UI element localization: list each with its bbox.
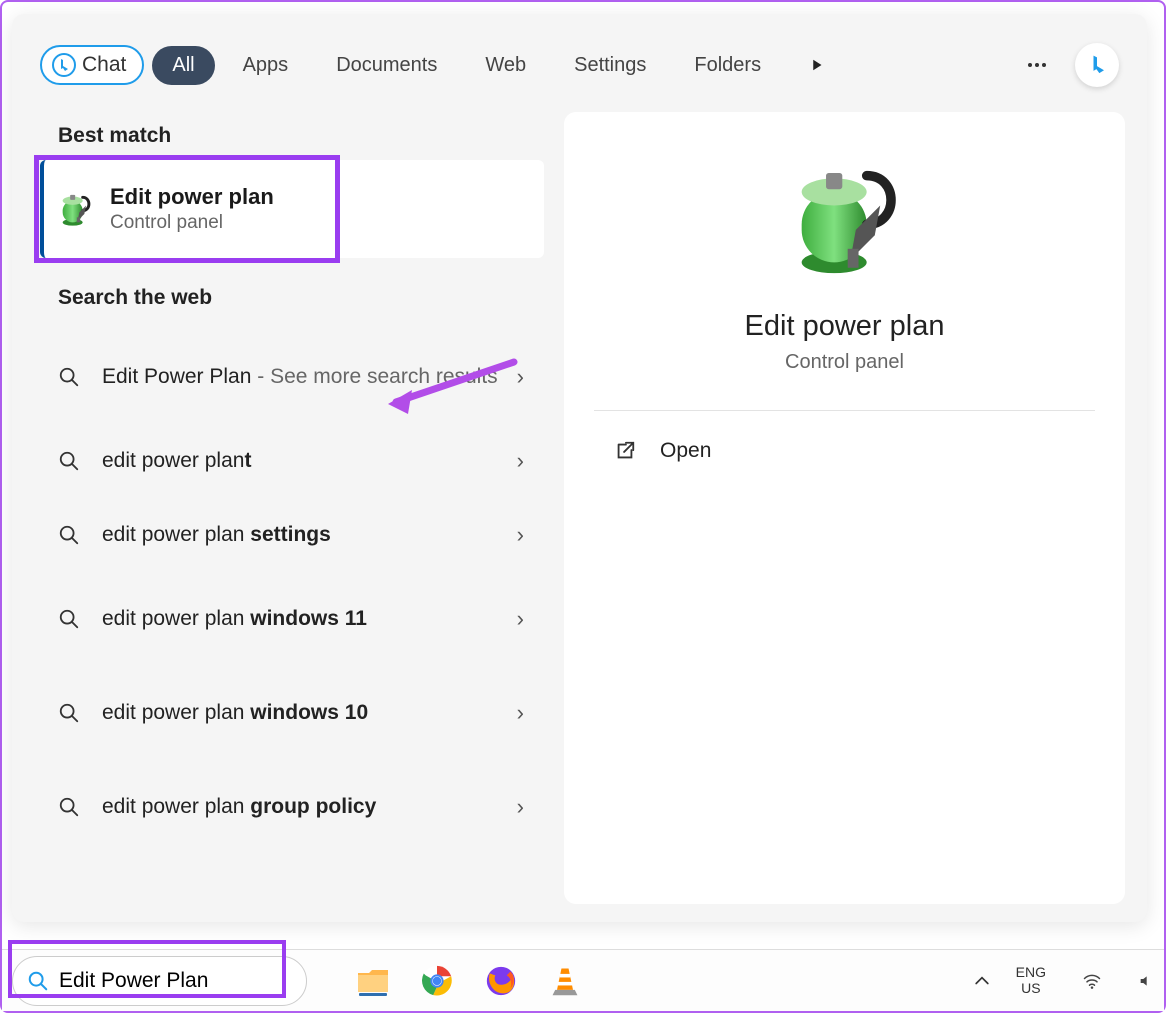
wifi-indicator[interactable] [1076,965,1108,997]
firefox-app[interactable] [483,963,519,999]
search-icon [58,524,80,546]
volume-indicator[interactable] [1138,965,1154,997]
open-action[interactable]: Open [594,439,711,463]
web-result-text: edit power plan group policy [102,793,517,821]
web-result-text: edit power plan windows 11 [102,605,517,633]
best-match-header: Best match [58,124,544,148]
more-filters-button[interactable] [801,49,833,81]
taskbar-tray: ENG US [954,965,1154,997]
chevron-right-icon: › [517,794,524,820]
filter-row: Chat All Apps Documents Web Settings Fol… [12,14,1147,94]
detail-pane: Edit power plan Control panel Open [564,112,1125,904]
filter-all[interactable]: All [152,46,214,85]
search-window: Chat All Apps Documents Web Settings Fol… [12,14,1147,922]
web-result-item[interactable]: edit power plant› [34,424,544,498]
wifi-icon [1082,971,1102,991]
chrome-app[interactable] [419,963,455,999]
filter-documents[interactable]: Documents [316,46,457,85]
annotation-arrow [382,352,522,422]
web-result-item[interactable]: edit power plan windows 10› [34,666,544,760]
web-result-text: edit power plan windows 10 [102,699,517,727]
web-result-text: edit power plant [102,447,517,475]
web-result-text: edit power plan settings [102,521,517,549]
ellipsis-icon [1025,53,1049,77]
open-label: Open [660,439,711,463]
best-match-result[interactable]: Edit power plan Control panel [40,160,544,258]
filter-apps[interactable]: Apps [223,46,309,85]
power-plan-large-icon [780,154,910,284]
web-result-item[interactable]: edit power plan group policy› [34,760,544,854]
detail-divider [594,410,1095,411]
best-match-title: Edit power plan [110,184,274,210]
taskbar-search-box[interactable] [12,956,307,1006]
chevron-up-icon [972,971,992,991]
taskbar-search-input[interactable] [59,969,259,993]
tray-expand-button[interactable] [966,965,998,997]
speaker-icon [1138,971,1154,991]
taskbar-apps [355,963,583,999]
detail-subtitle: Control panel [785,351,904,374]
taskbar: ENG US [2,949,1164,1011]
firefox-icon [484,964,518,998]
search-icon [58,796,80,818]
chevron-right-icon: › [517,606,524,632]
web-result-item[interactable]: edit power plan settings› [34,498,544,572]
chevron-right-icon: › [517,522,524,548]
search-web-header: Search the web [58,286,544,310]
filter-folders[interactable]: Folders [674,46,781,85]
web-result-item[interactable]: edit power plan windows 11› [34,572,544,666]
chrome-icon [420,964,454,998]
bing-button[interactable] [1075,43,1119,87]
chevron-right-icon: › [517,448,524,474]
bing-icon [1083,51,1111,79]
chat-filter-chip[interactable]: Chat [40,45,144,85]
file-explorer-app[interactable] [355,963,391,999]
open-external-icon [614,440,636,462]
results-pane: Best match Edit power plan [34,112,544,904]
search-icon [58,702,80,724]
play-icon [808,56,826,74]
vlc-app[interactable] [547,963,583,999]
language-indicator[interactable]: ENG US [1016,965,1046,996]
overflow-menu-button[interactable] [1021,49,1053,81]
chevron-right-icon: › [517,700,524,726]
search-icon [27,970,49,992]
folder-icon [355,963,391,999]
best-match-subtitle: Control panel [110,212,274,234]
vlc-icon [549,965,581,997]
bing-icon [52,53,76,77]
filter-web[interactable]: Web [465,46,546,85]
power-plan-icon [56,189,96,229]
chat-filter-label: Chat [82,53,126,77]
detail-title: Edit power plan [745,310,945,343]
filter-settings[interactable]: Settings [554,46,666,85]
search-icon [58,608,80,630]
search-icon [58,450,80,472]
search-icon [58,366,80,388]
